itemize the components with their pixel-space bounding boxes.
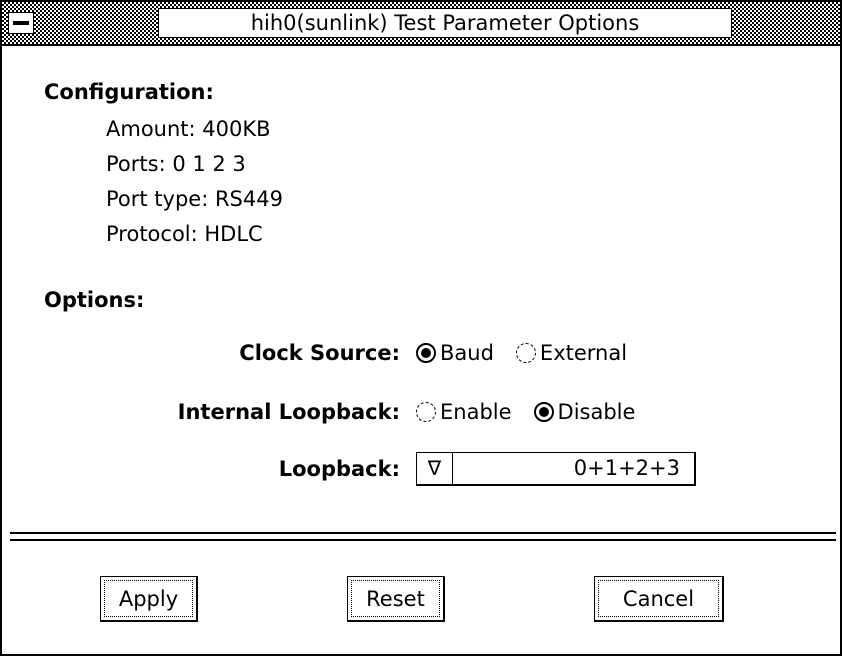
internal-loopback-label: Internal Loopback:: [177, 400, 400, 424]
dialog-window: hih0(sunlink) Test Parameter Options Con…: [0, 0, 842, 656]
window-title: hih0(sunlink) Test Parameter Options: [158, 8, 732, 38]
clock-source-baud-radio[interactable]: Baud: [416, 341, 494, 365]
menu-bar-icon: [13, 21, 29, 25]
radio-unselected-icon: [416, 402, 436, 422]
window-menu-button[interactable]: [8, 12, 34, 34]
apply-button[interactable]: Apply: [100, 576, 198, 622]
radio-unselected-icon: [515, 343, 536, 363]
radio-label: Disable: [557, 400, 636, 424]
dropdown-arrow-icon[interactable]: ∇: [417, 453, 453, 484]
radio-label: External: [539, 341, 628, 365]
separator-top: [10, 532, 836, 534]
clock-source-label: Clock Source:: [239, 341, 400, 365]
radio-label: Baud: [440, 341, 494, 365]
config-ports: Ports: 0 1 2 3: [106, 152, 246, 176]
internal-loopback-disable-radio[interactable]: Disable: [533, 400, 636, 424]
radio-selected-icon: [533, 402, 554, 422]
config-amount: Amount: 400KB: [106, 117, 271, 141]
radio-label: Enable: [440, 400, 512, 424]
options-heading: Options:: [44, 288, 145, 312]
loopback-select[interactable]: ∇ 0+1+2+3: [416, 452, 696, 486]
cancel-button[interactable]: Cancel: [594, 576, 724, 622]
configuration-heading: Configuration:: [44, 80, 214, 104]
config-protocol: Protocol: HDLC: [106, 222, 263, 246]
clock-source-external-radio[interactable]: External: [515, 341, 628, 365]
internal-loopback-enable-radio[interactable]: Enable: [416, 400, 512, 424]
clock-source-radio-group: Baud External: [416, 341, 649, 365]
title-bar[interactable]: hih0(sunlink) Test Parameter Options: [2, 2, 840, 46]
config-port-type: Port type: RS449: [106, 187, 283, 211]
internal-loopback-radio-group: Enable Disable: [416, 400, 657, 424]
loopback-label: Loopback:: [278, 457, 400, 481]
loopback-value: 0+1+2+3: [573, 456, 680, 480]
radio-selected-icon: [416, 343, 436, 363]
reset-button[interactable]: Reset: [347, 576, 445, 622]
separator-bottom: [10, 539, 836, 541]
